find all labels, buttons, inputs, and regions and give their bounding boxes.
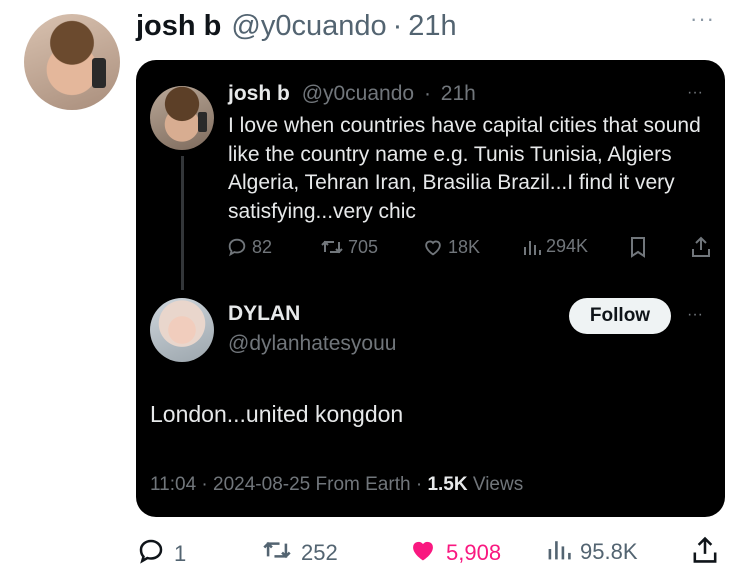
- views-count: 95.8K: [580, 539, 638, 564]
- tweet-timestamp[interactable]: 11:04: [150, 474, 196, 495]
- views-button[interactable]: 95.8K: [546, 536, 638, 568]
- separator-dot: ·: [415, 474, 423, 495]
- tweet-header: josh b @y0cuando · 21h: [136, 10, 457, 43]
- reply-tweet-text: London...united kongdon: [150, 401, 404, 427]
- quoted-retweet-button[interactable]: 705: [320, 236, 378, 258]
- follow-button[interactable]: Follow: [569, 298, 671, 334]
- thread-connector-line: [181, 156, 184, 290]
- more-options-icon[interactable]: ···: [687, 84, 703, 102]
- share-icon: [692, 536, 718, 570]
- retweet-icon: [320, 236, 344, 258]
- heart-icon: [422, 236, 444, 258]
- retweet-button[interactable]: 252: [261, 536, 338, 570]
- quote-card[interactable]: josh b @y0cuando · 21h ··· I love when c…: [136, 60, 725, 517]
- views-count: 294K: [546, 236, 589, 256]
- quoted-views-button[interactable]: 294K: [522, 236, 588, 257]
- quoted-tweet-text: I love when countries have capital citie…: [228, 114, 701, 223]
- avatar-detail: [198, 112, 207, 132]
- avatar[interactable]: [24, 14, 120, 110]
- quoted-avatar[interactable]: [150, 86, 214, 150]
- like-count: 5,908: [446, 540, 502, 565]
- reply-icon: [136, 536, 166, 572]
- tweet-metadata: 11:04 · 2024-08-25 From Earth · 1.5K Vie…: [150, 474, 523, 496]
- author-handle[interactable]: @y0cuando: [231, 10, 386, 43]
- reply-author-handle[interactable]: @dylanhatesyouu: [228, 332, 396, 356]
- reply-avatar[interactable]: [150, 298, 214, 362]
- quoted-reply-button[interactable]: 82: [226, 236, 272, 258]
- like-count: 18K: [448, 236, 481, 257]
- author-name[interactable]: josh b: [136, 10, 221, 43]
- views-count[interactable]: 1.5K: [427, 474, 467, 495]
- retweet-count: 252: [301, 540, 338, 565]
- retweet-count: 705: [348, 236, 379, 257]
- reply-icon: [226, 236, 248, 258]
- retweet-icon: [261, 536, 293, 570]
- avatar-detail: [92, 58, 106, 88]
- more-options-icon[interactable]: ···: [690, 6, 715, 32]
- quoted-tweet-header: josh b @y0cuando · 21h: [228, 82, 476, 106]
- heart-filled-icon: [408, 536, 438, 570]
- reply-button[interactable]: 1: [136, 536, 186, 572]
- quoted-share-button[interactable]: [691, 236, 711, 258]
- tweet-date[interactable]: 2024-08-25: [213, 474, 310, 495]
- bookmark-icon: [628, 236, 648, 258]
- views-icon: [522, 237, 542, 257]
- tweet-source: From Earth: [315, 474, 411, 495]
- separator-dot: ·: [201, 474, 208, 495]
- quoted-tweet-time[interactable]: 21h: [441, 82, 476, 105]
- action-bar: 1 252 5,908 95.8K: [136, 532, 726, 572]
- views-icon: [546, 536, 572, 568]
- quoted-bookmark-button[interactable]: [628, 236, 648, 258]
- quoted-author-handle[interactable]: @y0cuando: [302, 82, 414, 105]
- separator-dot: ·: [423, 82, 431, 105]
- quoted-author-name[interactable]: josh b: [228, 82, 290, 105]
- share-icon: [691, 236, 711, 258]
- quoted-like-button[interactable]: 18K: [422, 236, 480, 258]
- like-button[interactable]: 5,908: [408, 536, 501, 570]
- quoted-action-bar: 82 705 18K 294K: [226, 236, 712, 262]
- reply-count: 82: [252, 236, 273, 257]
- tweet-time[interactable]: 21h: [408, 10, 456, 43]
- separator-dot: ·: [392, 10, 403, 42]
- reply-count: 1: [174, 541, 187, 566]
- share-button[interactable]: [692, 536, 718, 570]
- reply-author-name[interactable]: DYLAN: [228, 302, 300, 326]
- more-options-icon[interactable]: ···: [687, 306, 703, 324]
- views-label: Views: [472, 474, 524, 495]
